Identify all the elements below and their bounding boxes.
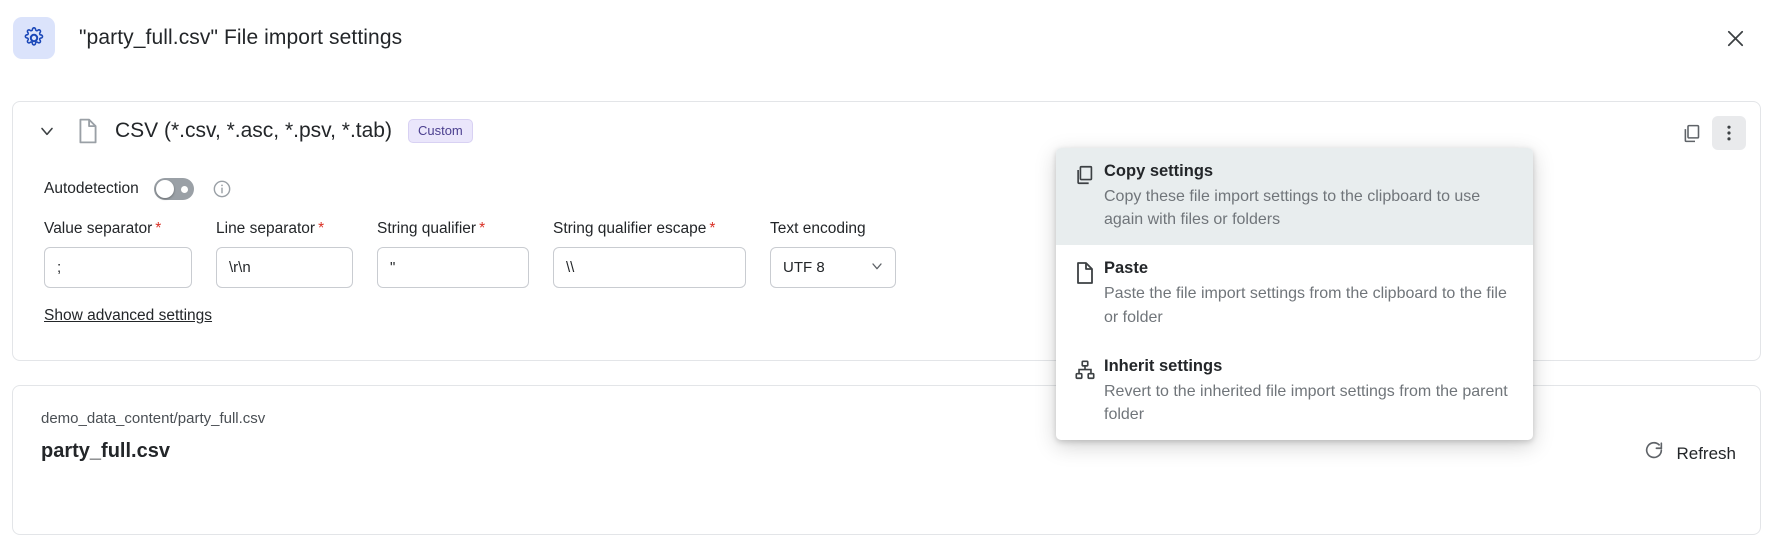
dialog-header: "party_full.csv" File import settings	[0, 0, 1773, 75]
menu-item-copy-settings[interactable]: Copy settings Copy these file import set…	[1056, 148, 1533, 246]
text-encoding-select[interactable]: UTF 8	[770, 247, 896, 288]
required-marker: *	[155, 220, 162, 237]
copy-icon[interactable]	[1674, 116, 1708, 150]
field-label: Value separator *	[44, 220, 192, 238]
required-marker: *	[479, 220, 486, 237]
string-qualifier-escape-input[interactable]: \\	[553, 247, 746, 288]
field-label: Line separator *	[216, 220, 353, 238]
page-title: "party_full.csv" File import settings	[79, 25, 403, 49]
field-label: String qualifier *	[377, 220, 529, 238]
menu-item-paste[interactable]: Paste Paste the file import settings fro…	[1056, 245, 1533, 342]
toggle-off-dot	[180, 186, 188, 193]
file-import-settings-dialog: "party_full.csv" File import settings CS…	[0, 0, 1773, 538]
field-value-separator: Value separator * ;	[44, 220, 192, 288]
chevron-down-icon	[869, 258, 885, 278]
field-string-qualifier-escape: String qualifier escape * \\	[553, 220, 746, 288]
status-badge: Custom	[407, 119, 473, 143]
copy-icon	[1074, 162, 1104, 186]
menu-item-title: Paste	[1104, 259, 1149, 278]
chevron-down-icon[interactable]	[33, 117, 61, 145]
menu-item-description: Paste the file import settings from the …	[1104, 285, 1507, 326]
file-name: party_full.csv	[41, 440, 170, 462]
menu-item-text: Paste Paste the file import settings fro…	[1104, 259, 1511, 328]
refresh-button[interactable]: Refresh	[1643, 440, 1736, 467]
menu-item-description: Copy these file import settings to the c…	[1104, 188, 1481, 229]
file-icon	[77, 118, 99, 144]
field-line-separator: Line separator * \r\n	[216, 220, 353, 288]
menu-item-text: Inherit settings Revert to the inherited…	[1104, 357, 1511, 426]
autodetection-label: Autodetection	[44, 180, 139, 197]
field-label-text: Text encoding	[770, 220, 866, 237]
paste-file-icon	[1074, 259, 1104, 285]
string-qualifier-input[interactable]: "	[377, 247, 529, 288]
menu-item-inherit-settings[interactable]: Inherit settings Revert to the inherited…	[1056, 343, 1533, 440]
format-label: CSV (*.csv, *.asc, *.psv, *.tab)	[115, 119, 392, 142]
line-separator-input[interactable]: \r\n	[216, 247, 353, 288]
field-text-encoding: Text encoding UTF 8	[770, 220, 896, 288]
menu-item-title: Copy settings	[1104, 162, 1214, 180]
refresh-label: Refresh	[1676, 443, 1736, 463]
refresh-icon	[1643, 440, 1665, 467]
toggle-knob	[155, 180, 174, 198]
settings-context-menu: Copy settings Copy these file import set…	[1056, 148, 1533, 441]
menu-item-title: Inherit settings	[1104, 356, 1223, 375]
field-label: String qualifier escape *	[553, 220, 746, 238]
field-label-text: String qualifier escape	[553, 220, 707, 237]
field-label: Text encoding	[770, 220, 896, 238]
required-marker: *	[709, 220, 716, 237]
autodetection-toggle[interactable]	[153, 178, 194, 200]
kebab-menu-icon[interactable]	[1712, 116, 1746, 150]
text-encoding-value: UTF 8	[783, 259, 825, 276]
close-icon[interactable]	[1715, 18, 1755, 58]
menu-item-text: Copy settings Copy these file import set…	[1104, 162, 1511, 231]
gear-icon	[13, 16, 55, 59]
field-label-text: String qualifier	[377, 220, 477, 237]
field-label-text: Value separator	[44, 220, 153, 237]
info-icon[interactable]	[212, 179, 232, 199]
show-advanced-settings-link[interactable]: Show advanced settings	[44, 307, 212, 325]
hierarchy-icon	[1074, 357, 1104, 381]
required-marker: *	[318, 220, 325, 237]
card-actions	[1674, 116, 1746, 150]
menu-item-description: Revert to the inherited file import sett…	[1104, 382, 1508, 423]
field-string-qualifier: String qualifier * "	[377, 220, 529, 288]
value-separator-input[interactable]: ;	[44, 247, 192, 288]
field-label-text: Line separator	[216, 220, 316, 237]
file-path: demo_data_content/party_full.csv	[41, 410, 266, 427]
